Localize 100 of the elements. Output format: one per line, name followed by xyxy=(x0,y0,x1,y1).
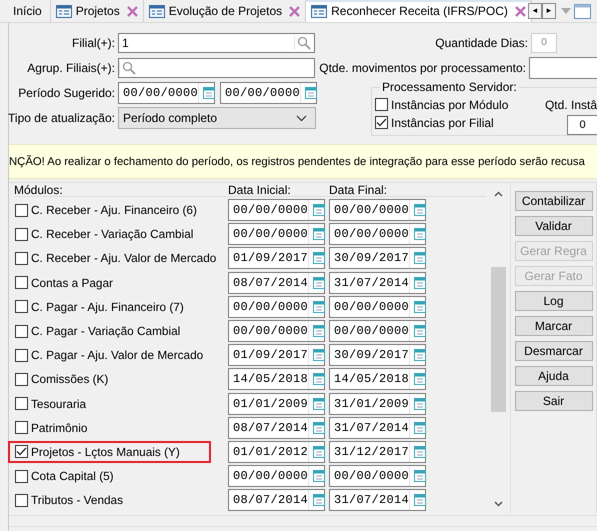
scroll-tab-button[interactable]: ◂ xyxy=(528,3,542,19)
checkbox[interactable] xyxy=(15,372,28,386)
calendar-icon[interactable] xyxy=(313,446,326,458)
update-type-dropdown[interactable]: Período completo xyxy=(118,107,316,129)
end-date-field[interactable]: 30/09/2017 xyxy=(329,247,426,270)
checkbox[interactable] xyxy=(15,300,28,314)
calendar-icon[interactable] xyxy=(203,87,216,99)
checkbox[interactable] xyxy=(15,252,28,265)
end-date-field[interactable]: 30/09/2017 xyxy=(329,344,426,366)
checkbox[interactable] xyxy=(15,276,28,290)
calendar-icon[interactable] xyxy=(313,398,326,410)
start-date-field[interactable]: 01/09/2017 xyxy=(228,247,325,270)
checkbox[interactable] xyxy=(375,116,388,130)
checkbox-label: Instâncias por Filial xyxy=(391,116,494,130)
checkbox[interactable] xyxy=(15,228,28,241)
agrup-filiais-field[interactable] xyxy=(118,58,315,78)
start-date-field[interactable]: 08/07/2014 xyxy=(228,272,325,294)
calendar-icon[interactable] xyxy=(313,276,326,289)
filial-field[interactable]: 1 xyxy=(118,33,315,53)
calendar-icon[interactable] xyxy=(414,349,426,362)
close-icon[interactable] xyxy=(289,6,300,16)
instances-field[interactable]: 0 xyxy=(567,114,597,135)
chevron-up-icon[interactable] xyxy=(494,191,502,197)
end-date-field[interactable]: 00/00/0000 xyxy=(329,296,426,318)
tab[interactable]: Evolução de Projetos xyxy=(144,0,306,22)
calendar-icon[interactable] xyxy=(414,228,426,240)
action-button[interactable]: Ajuda xyxy=(514,366,592,386)
calendar-icon[interactable] xyxy=(305,87,318,99)
end-date-field[interactable]: 31/07/2014 xyxy=(329,489,426,512)
end-date-field[interactable]: 00/00/0000 xyxy=(329,223,426,246)
start-date-field[interactable]: 01/09/2017 xyxy=(228,344,325,366)
start-date-field[interactable]: 00/00/0000 xyxy=(228,199,325,222)
calendar-icon[interactable] xyxy=(313,228,326,240)
checkbox[interactable] xyxy=(15,324,28,338)
end-date-field[interactable]: 31/07/2014 xyxy=(329,272,426,294)
dropdown-icon[interactable] xyxy=(560,8,571,14)
search-icon[interactable] xyxy=(119,61,136,75)
action-button[interactable]: Marcar xyxy=(514,316,592,336)
end-date-field[interactable]: 14/05/2018 xyxy=(329,368,426,390)
checkbox[interactable] xyxy=(375,98,388,112)
calendar-icon[interactable] xyxy=(414,446,426,458)
start-date-field[interactable]: 08/07/2014 xyxy=(228,489,325,512)
close-icon[interactable] xyxy=(514,6,526,16)
calendar-icon[interactable] xyxy=(313,422,326,434)
start-date-field[interactable]: 01/01/2009 xyxy=(228,392,325,415)
checkbox[interactable] xyxy=(15,204,28,217)
calendar-icon[interactable] xyxy=(414,422,426,434)
calendar-icon[interactable] xyxy=(313,325,326,338)
calendar-icon[interactable] xyxy=(313,349,326,362)
tab[interactable]: Início xyxy=(0,0,51,22)
start-date-field[interactable]: 00/00/0000 xyxy=(228,296,325,318)
action-button[interactable]: Sair xyxy=(514,391,592,411)
calendar-icon[interactable] xyxy=(414,398,426,410)
calendar-icon[interactable] xyxy=(313,470,326,482)
calendar-icon[interactable] xyxy=(313,252,326,264)
checkbox[interactable] xyxy=(15,494,28,507)
checkbox[interactable] xyxy=(15,421,28,434)
window-icon[interactable] xyxy=(574,4,591,18)
action-button[interactable]: Contabilizar xyxy=(514,191,592,211)
end-date-field[interactable]: 31/12/2017 xyxy=(329,440,426,463)
scroll-tab-button[interactable]: ▸ xyxy=(542,3,556,19)
calendar-icon[interactable] xyxy=(313,300,326,313)
start-date-field[interactable]: 00/00/0000 xyxy=(228,465,325,488)
end-date-field[interactable]: 00/00/0000 xyxy=(329,465,426,488)
start-date-field[interactable]: 01/01/2012 xyxy=(228,440,325,463)
calendar-icon[interactable] xyxy=(414,276,426,289)
start-date-field[interactable]: 00/00/0000 xyxy=(228,320,325,342)
calendar-icon[interactable] xyxy=(313,494,326,506)
end-date-field[interactable]: 00/00/0000 xyxy=(329,199,426,222)
calendar-icon[interactable] xyxy=(414,300,426,313)
tab[interactable]: Projetos xyxy=(50,0,144,22)
date-field[interactable]: 00/00/0000 xyxy=(220,82,317,104)
checkbox[interactable] xyxy=(15,348,28,362)
search-icon[interactable] xyxy=(294,36,311,50)
start-date-field[interactable]: 08/07/2014 xyxy=(228,416,325,439)
group-title: Processamento Servidor: xyxy=(380,80,519,94)
date-field[interactable]: 00/00/0000 xyxy=(118,82,215,104)
tab[interactable]: Reconhecer Receita (IFRS/POC) xyxy=(306,0,532,22)
action-button[interactable]: Desmarcar xyxy=(514,341,592,361)
checkbox[interactable] xyxy=(15,470,28,483)
calendar-icon[interactable] xyxy=(414,470,426,482)
calendar-icon[interactable] xyxy=(414,325,426,338)
checkbox[interactable] xyxy=(15,397,28,410)
chevron-down-icon[interactable] xyxy=(494,501,502,507)
action-button[interactable]: Log xyxy=(514,291,592,311)
calendar-icon[interactable] xyxy=(313,204,326,216)
calendar-icon[interactable] xyxy=(414,252,426,264)
calendar-icon[interactable] xyxy=(313,373,326,386)
checkbox[interactable] xyxy=(15,445,28,458)
end-date-field[interactable]: 31/01/2009 xyxy=(329,392,426,415)
end-date-field[interactable]: 00/00/0000 xyxy=(329,320,426,342)
start-date-field[interactable]: 14/05/2018 xyxy=(228,368,325,390)
close-icon[interactable] xyxy=(126,6,138,16)
calendar-icon[interactable] xyxy=(414,204,426,216)
movements-field[interactable] xyxy=(529,56,597,79)
end-date-field[interactable]: 31/07/2014 xyxy=(329,416,426,439)
calendar-icon[interactable] xyxy=(414,494,426,506)
action-button[interactable]: Validar xyxy=(514,216,592,236)
calendar-icon[interactable] xyxy=(414,373,426,386)
start-date-field[interactable]: 00/00/0000 xyxy=(228,223,325,246)
